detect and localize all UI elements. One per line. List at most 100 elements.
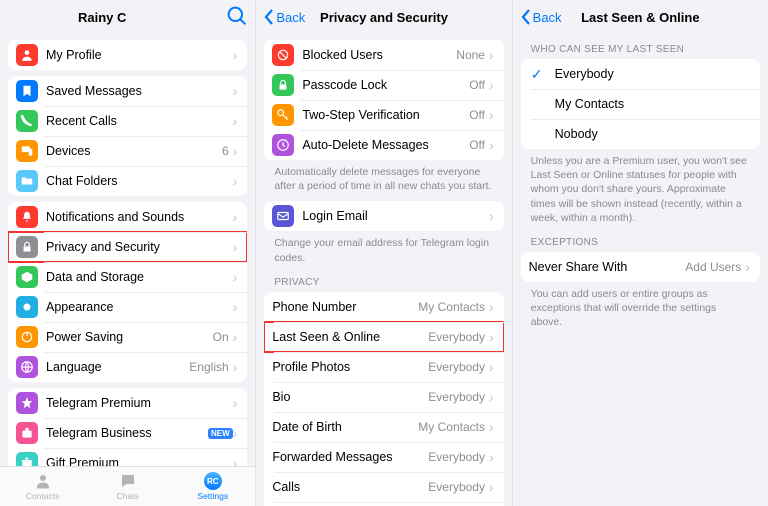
auto-delete-footer: Automatically delete messages for everyo… [264, 160, 503, 195]
row-chat-folders[interactable]: Chat Folders› [8, 166, 247, 196]
chevron-right-icon: › [233, 114, 238, 128]
back-button[interactable]: Back [264, 9, 305, 25]
row-language[interactable]: LanguageEnglish› [8, 352, 247, 382]
row-calls[interactable]: CallsEverybody› [264, 472, 503, 502]
header: Back Privacy and Security [256, 0, 511, 34]
chevron-right-icon: › [233, 240, 238, 254]
row-value: 6 [222, 144, 229, 158]
row-label: Nobody [555, 127, 750, 141]
row-my-profile[interactable]: My Profile› [8, 40, 247, 70]
data-icon [16, 266, 38, 288]
row-value: Everybody [428, 330, 485, 344]
row-label: Devices [46, 144, 222, 158]
row-label: Privacy and Security [46, 240, 233, 254]
row-label: My Contacts [555, 97, 750, 111]
row-label: Login Email [302, 209, 489, 223]
row-value: On [213, 330, 229, 344]
row-saved-messages[interactable]: Saved Messages› [8, 76, 247, 106]
row-label: Forwarded Messages [272, 450, 428, 464]
row-phone-number[interactable]: Phone NumberMy Contacts› [264, 292, 503, 322]
row-value: None [456, 48, 485, 62]
device-icon [16, 140, 38, 162]
row-devices[interactable]: Devices6 › [8, 136, 247, 166]
check-icon: ✓ [529, 66, 545, 83]
row-last-seen-online[interactable]: Last Seen & OnlineEverybody› [264, 322, 503, 352]
row-appearance[interactable]: Appearance› [8, 292, 247, 322]
row-telegram-premium[interactable]: Telegram Premium› [8, 388, 247, 418]
row-recent-calls[interactable]: Recent Calls› [8, 106, 247, 136]
radio-my-contacts[interactable]: My Contacts [521, 89, 760, 119]
last-seen-screen: Back Last Seen & Online WHO CAN SEE MY L… [513, 0, 768, 506]
row-power-saving[interactable]: Power SavingOn› [8, 322, 247, 352]
radio-everybody[interactable]: ✓Everybody [521, 59, 760, 89]
row-label: Telegram Business [46, 426, 204, 440]
tab-chats[interactable]: Chats [85, 467, 170, 506]
row-label: Calls [272, 480, 428, 494]
chevron-right-icon: › [489, 390, 494, 404]
row-value: My Contacts [418, 420, 485, 434]
row-privacy-and-security[interactable]: Privacy and Security› [8, 232, 247, 262]
row-profile-photos[interactable]: Profile PhotosEverybody› [264, 352, 503, 382]
chevron-right-icon: › [233, 144, 238, 158]
new-badge: NEW [208, 428, 233, 439]
chevron-right-icon: › [489, 420, 494, 434]
radio-nobody[interactable]: Nobody [521, 119, 760, 149]
row-date-of-birth[interactable]: Date of BirthMy Contacts› [264, 412, 503, 442]
lock-icon [16, 236, 38, 258]
chevron-right-icon: › [233, 396, 238, 410]
row-value: English [189, 360, 228, 374]
row-value: Everybody [428, 450, 485, 464]
mail-icon [272, 205, 294, 227]
row-data-and-storage[interactable]: Data and Storage› [8, 262, 247, 292]
gift-icon [16, 452, 38, 466]
login-footer: Change your email address for Telegram l… [264, 231, 503, 266]
row-blocked-users[interactable]: Blocked UsersNone› [264, 40, 503, 70]
row-value: Off [469, 78, 485, 92]
tab-contacts[interactable]: Contacts [0, 467, 85, 506]
bookmark-icon [16, 80, 38, 102]
row-passcode-lock[interactable]: Passcode LockOff› [264, 70, 503, 100]
row-label: Chat Folders [46, 174, 233, 188]
row-login-email[interactable]: Login Email› [264, 201, 503, 231]
row-label: Telegram Premium [46, 396, 233, 410]
who-footer: Unless you are a Premium user, you won't… [521, 149, 760, 227]
row-value: Everybody [428, 480, 485, 494]
lastseen-body: WHO CAN SEE MY LAST SEEN ✓EverybodyMy Co… [513, 34, 768, 506]
chevron-right-icon: › [233, 174, 238, 188]
chevron-right-icon: › [233, 210, 238, 224]
settings-group: My Profile› [8, 40, 247, 70]
chevron-right-icon: › [489, 78, 494, 92]
row-notifications-and-sounds[interactable]: Notifications and Sounds› [8, 202, 247, 232]
user-icon [16, 44, 38, 66]
search-icon[interactable] [227, 6, 247, 29]
row-gift-premium[interactable]: Gift Premium› [8, 448, 247, 466]
header: Back Last Seen & Online [513, 0, 768, 34]
star-icon [16, 392, 38, 414]
chevron-right-icon: › [233, 48, 238, 62]
row-voice-messages[interactable]: Voice MessagesEverybody› [264, 502, 503, 506]
settings-group: Telegram Premium›Telegram BusinessNEW›Gi… [8, 388, 247, 466]
who-group: ✓Everybody My Contacts Nobody [521, 59, 760, 149]
row-label: Language [46, 360, 189, 374]
bell-icon [16, 206, 38, 228]
chevron-right-icon: › [489, 108, 494, 122]
row-telegram-business[interactable]: Telegram Business NEW› [8, 418, 247, 448]
tab-settings[interactable]: RC Settings [170, 467, 255, 506]
block-icon [272, 44, 294, 66]
biz-icon [16, 422, 38, 444]
chevron-right-icon: › [489, 48, 494, 62]
settings-group: Notifications and Sounds›Privacy and Sec… [8, 202, 247, 382]
row-never-share-with[interactable]: Never Share WithAdd Users› [521, 252, 760, 282]
settings-group: Saved Messages›Recent Calls›Devices6›Cha… [8, 76, 247, 196]
settings-root-screen: Rainy C My Profile›Saved Messages›Recent… [0, 0, 256, 506]
security-group: Blocked UsersNone›Passcode LockOff›Two-S… [264, 40, 503, 160]
row-bio[interactable]: BioEverybody› [264, 382, 503, 412]
row-two-step-verification[interactable]: Two-Step VerificationOff› [264, 100, 503, 130]
row-label: Bio [272, 390, 428, 404]
row-forwarded-messages[interactable]: Forwarded MessagesEverybody› [264, 442, 503, 472]
back-button[interactable]: Back [521, 9, 562, 25]
chevron-right-icon: › [233, 426, 238, 440]
chevron-right-icon: › [233, 84, 238, 98]
chevron-right-icon: › [489, 138, 494, 152]
row-auto-delete-messages[interactable]: Auto-Delete MessagesOff› [264, 130, 503, 160]
